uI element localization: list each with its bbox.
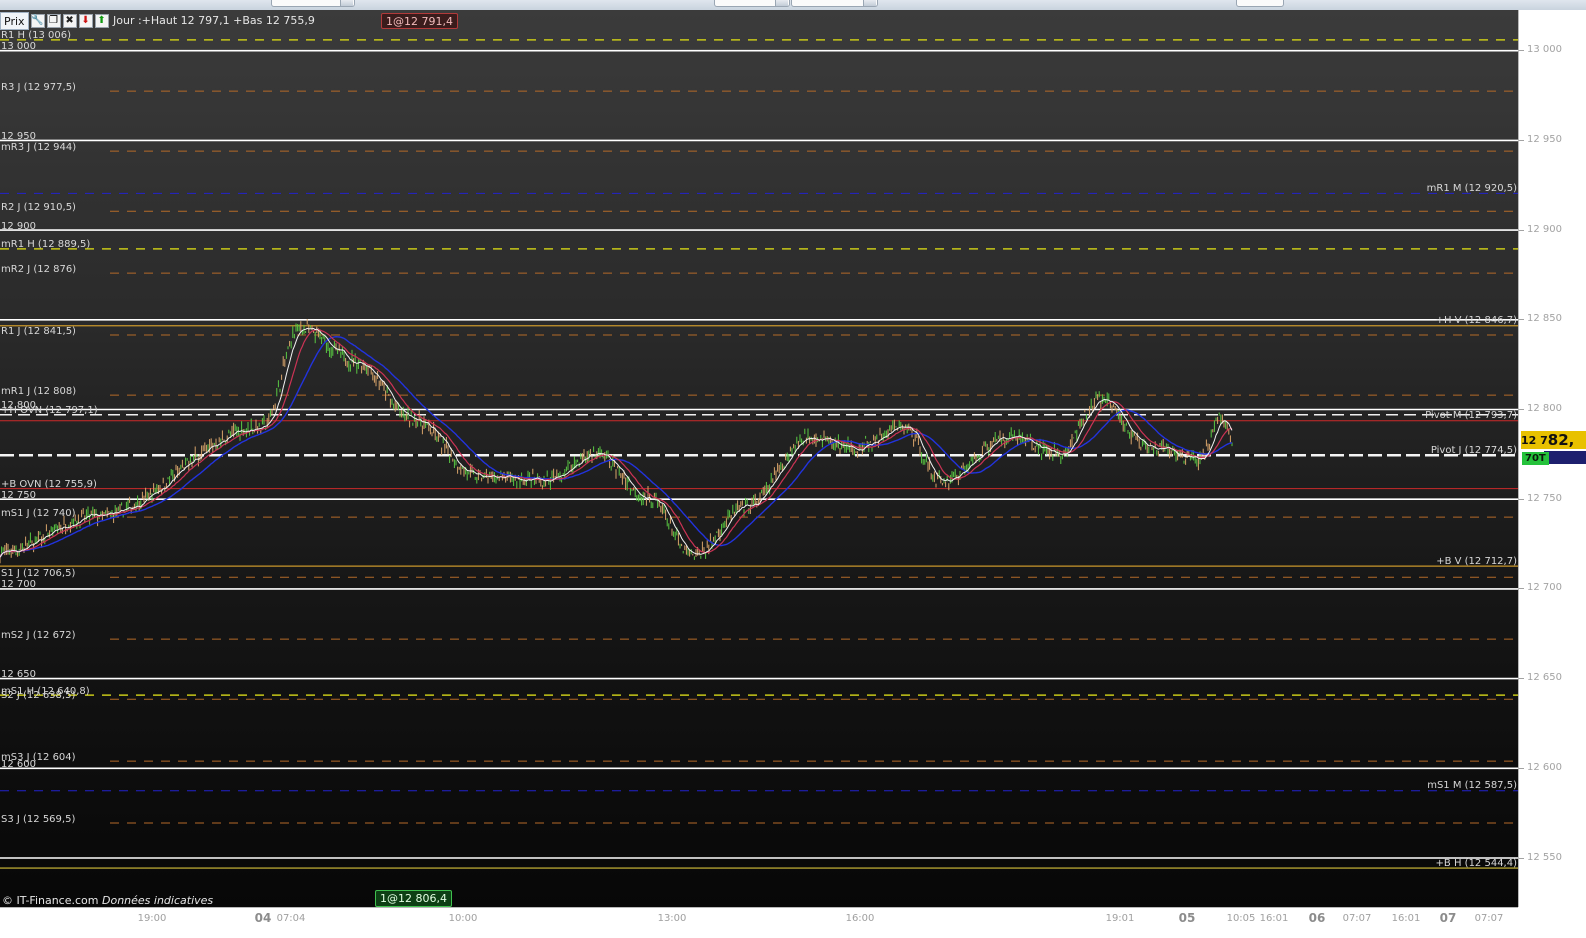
level-label: 12 900 (1, 220, 36, 232)
price-axis-tick (1519, 498, 1524, 500)
copyright-brand: © IT-Finance.com (2, 894, 99, 907)
level-label: +B V (12 712,7) (1436, 555, 1517, 567)
level-label: 12 600 (1, 758, 36, 770)
moving-average-mid (0, 328, 1233, 558)
price-axis-tick (1519, 319, 1524, 321)
price-axis-label: 12 550 (1527, 851, 1562, 863)
time-axis-label: 10:05 (1226, 913, 1256, 924)
indicative-data-note: Données indicatives (102, 894, 214, 907)
price-axis-label: 13 000 (1527, 44, 1562, 56)
chart-canvas (0, 39, 1518, 869)
sell-order-marker[interactable]: 1@12 791,4 (381, 13, 458, 29)
time-axis-day-label: 05 (1178, 911, 1196, 925)
level-label: Pivot M (12 793,7) (1425, 410, 1517, 422)
time-axis-label: 16:01 (1259, 913, 1289, 924)
current-price-badge: 12 7 82, (1521, 431, 1586, 449)
close-circle-icon[interactable]: ✖ (62, 14, 77, 28)
level-label: S1 J (12 706,5) (1, 567, 76, 579)
level-label: mS1 M (12 587,5) (1427, 780, 1517, 792)
time-axis-label: 07:07 (1474, 913, 1504, 924)
time-axis-label: 19:00 (137, 913, 167, 924)
price-axis-label: 12 950 (1527, 133, 1562, 145)
price-axis-tick (1519, 767, 1524, 769)
copyright-note: © IT-Finance.com Données indicatives (2, 894, 213, 907)
chevron-down-icon (775, 0, 788, 6)
arrow-down-red-icon[interactable]: ⬇ (78, 14, 93, 28)
price-axis-tick (1519, 50, 1524, 52)
current-price-prefix: 12 7 (1521, 433, 1548, 447)
restore-window-icon[interactable]: ❐ (46, 14, 61, 28)
level-label: 12 700 (1, 579, 36, 591)
chevron-down-icon (340, 0, 353, 6)
level-label: mR3 J (12 944) (1, 141, 77, 153)
level-label: +B OVN (12 755,9) (1, 479, 97, 491)
price-axis-label: 12 750 (1527, 492, 1562, 504)
time-axis-day-label: 06 (1308, 911, 1326, 925)
price-axis-tick (1519, 857, 1524, 859)
level-label: R1 J (12 841,5) (1, 325, 76, 337)
current-price-main: 82, (1547, 431, 1575, 449)
level-label: S2 J (12 638,5) (1, 689, 76, 701)
level-label: +B H (12 544,4) (1435, 857, 1517, 869)
price-axis-label: 12 650 (1527, 672, 1562, 684)
level-label: R1 H (13 006) (1, 30, 71, 42)
level-label: mR1 M (12 920,5) (1426, 182, 1517, 194)
time-axis-label: 13:00 (657, 913, 687, 924)
level-label: mR1 J (12 808) (1, 385, 77, 397)
price-axis-label: 12 600 (1527, 761, 1562, 773)
time-axis-label: 16:01 (1391, 913, 1421, 924)
period-dropdown[interactable] (714, 0, 790, 7)
time-axis-label: 16:00 (845, 913, 875, 924)
chevron-down-icon (863, 0, 876, 6)
level-label: R2 J (12 910,5) (1, 201, 76, 213)
level-label: 12 950 (1, 130, 36, 142)
price-axis-label: 12 800 (1527, 403, 1562, 414)
time-axis-day-label: 04 (254, 911, 272, 925)
time-axis-label: 07:04 (276, 913, 306, 924)
level-label: S3 J (12 569,5) (1, 813, 76, 825)
price-axis-label: 12 850 (1527, 313, 1562, 325)
instrument-dropdown[interactable] (271, 0, 355, 7)
scale-dropdown[interactable] (791, 0, 878, 7)
price-chart[interactable]: R1 H (13 006) 13 000 R3 J (12 977,5) 12 950… (0, 10, 1518, 907)
time-axis-label: 07:07 (1342, 913, 1372, 924)
level-label: mR2 J (12 876) (1, 263, 77, 275)
price-axis-tick (1519, 139, 1524, 141)
chart-selector-button[interactable]: Prix (0, 12, 29, 30)
chart-type-dropdown[interactable] (1236, 0, 1284, 7)
moving-average-fast (0, 327, 1233, 558)
time-axis-label: 10:00 (448, 913, 478, 924)
price-axis-label: 12 900 (1527, 223, 1562, 235)
moving-average-slow (0, 335, 1233, 558)
price-axis-label: 12 700 (1527, 582, 1562, 594)
level-label: mS2 J (12 672) (1, 629, 76, 641)
time-axis[interactable]: 19:00 04 07:04 10:00 13:00 16:00 19:01 05 10:05 1… (0, 907, 1518, 938)
level-label: 12 750 (1, 489, 36, 501)
level-label: mS1 J (12 740) (1, 507, 76, 519)
buy-order-marker[interactable]: 1@12 806,4 (375, 890, 452, 907)
level-label: 12 650 (1, 669, 36, 681)
level-label: mR1 H (12 889,5) (1, 239, 91, 251)
window-top-strip (0, 0, 1586, 10)
price-axis-tick (1519, 588, 1524, 590)
time-axis-day-label: 07 (1439, 911, 1457, 925)
arrow-up-green-icon[interactable]: ⬆ (94, 14, 109, 28)
level-label: Pivot J (12 774,5) (1430, 444, 1517, 456)
level-label: +H OVN (12 797,1) (1, 405, 98, 417)
level-label: 13 000 (1, 41, 36, 53)
level-label: R3 J (12 977,5) (1, 81, 76, 93)
properties-icon[interactable]: 🔧 (30, 14, 45, 28)
bid-ask-marker (1544, 451, 1586, 464)
day-high-low-info: Jour :+Haut 12 797,1 +Bas 12 755,9 (113, 14, 315, 27)
price-axis-tick (1519, 409, 1524, 410)
chart-toolbar: Prix 🔧 ❐ ✖ ⬇ ⬆ (0, 12, 109, 30)
level-label: +H V (12 846,7) (1435, 315, 1517, 327)
price-axis-tick (1519, 229, 1524, 231)
price-axis-tick (1519, 678, 1524, 680)
volume-badge: 70T (1522, 452, 1549, 465)
time-axis-label: 19:01 (1105, 913, 1135, 924)
